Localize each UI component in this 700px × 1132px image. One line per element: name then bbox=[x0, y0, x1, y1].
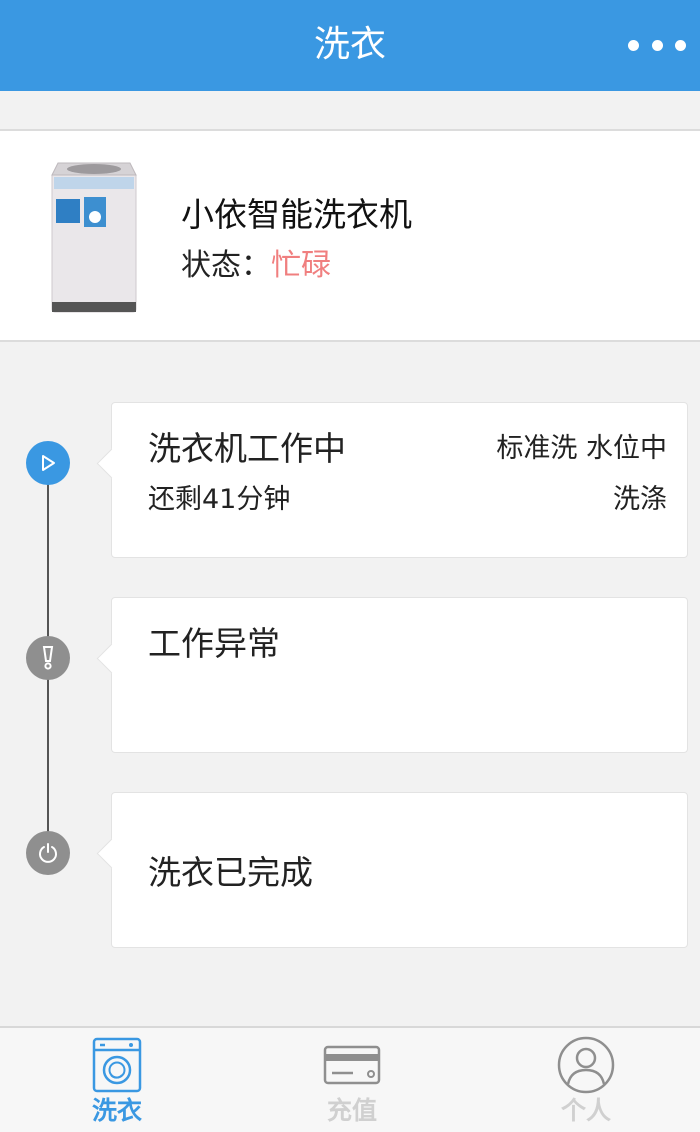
page-title: 洗衣 bbox=[313, 24, 386, 65]
tab-recharge[interactable]: 充值 bbox=[292, 1028, 412, 1132]
play-icon bbox=[42, 455, 55, 471]
remaining-time: 还剩41分钟 bbox=[148, 484, 291, 515]
card-title: 工作异常 bbox=[148, 624, 280, 663]
timeline-node-error bbox=[26, 636, 70, 680]
header-bar: 洗衣 bbox=[0, 0, 700, 91]
status-label: 状态： bbox=[181, 248, 271, 283]
device-status: 状态：忙碌 bbox=[181, 246, 331, 286]
timeline-node-done bbox=[26, 831, 70, 875]
more-menu-button[interactable] bbox=[628, 38, 686, 52]
tab-profile[interactable]: 个人 bbox=[526, 1028, 646, 1132]
device-card[interactable]: 小依智能洗衣机 状态：忙碌 bbox=[0, 129, 700, 342]
tab-label: 充值 bbox=[326, 1096, 377, 1125]
washing-machine-image bbox=[51, 162, 137, 313]
card-icon bbox=[322, 1036, 382, 1094]
washing-machine-icon bbox=[87, 1036, 147, 1094]
wash-mode: 标准洗 水位中 bbox=[496, 433, 667, 464]
timeline-card-working[interactable]: 洗衣机工作中 还剩41分钟 标准洗 水位中 洗涤 bbox=[111, 402, 688, 558]
bottom-tab-bar: 洗衣 充值 个人 bbox=[0, 1026, 700, 1132]
tab-wash[interactable]: 洗衣 bbox=[57, 1028, 177, 1132]
tab-label: 个人 bbox=[560, 1096, 611, 1125]
power-icon bbox=[39, 843, 57, 863]
tab-label: 洗衣 bbox=[91, 1096, 142, 1125]
timeline-card-error[interactable]: 工作异常 bbox=[111, 597, 688, 753]
wash-stage: 洗涤 bbox=[613, 484, 667, 515]
more-dot-icon bbox=[651, 39, 663, 51]
timeline-card-done[interactable]: 洗衣已完成 bbox=[111, 792, 688, 948]
more-dot-icon bbox=[628, 39, 639, 51]
status-value: 忙碌 bbox=[271, 248, 331, 283]
timeline-node-working bbox=[26, 441, 70, 485]
card-title: 洗衣已完成 bbox=[148, 853, 313, 892]
device-name: 小依智能洗衣机 bbox=[181, 195, 412, 234]
card-title: 洗衣机工作中 bbox=[148, 429, 346, 468]
warning-icon bbox=[42, 646, 54, 670]
user-icon bbox=[556, 1036, 616, 1094]
more-dot-icon bbox=[675, 39, 686, 51]
